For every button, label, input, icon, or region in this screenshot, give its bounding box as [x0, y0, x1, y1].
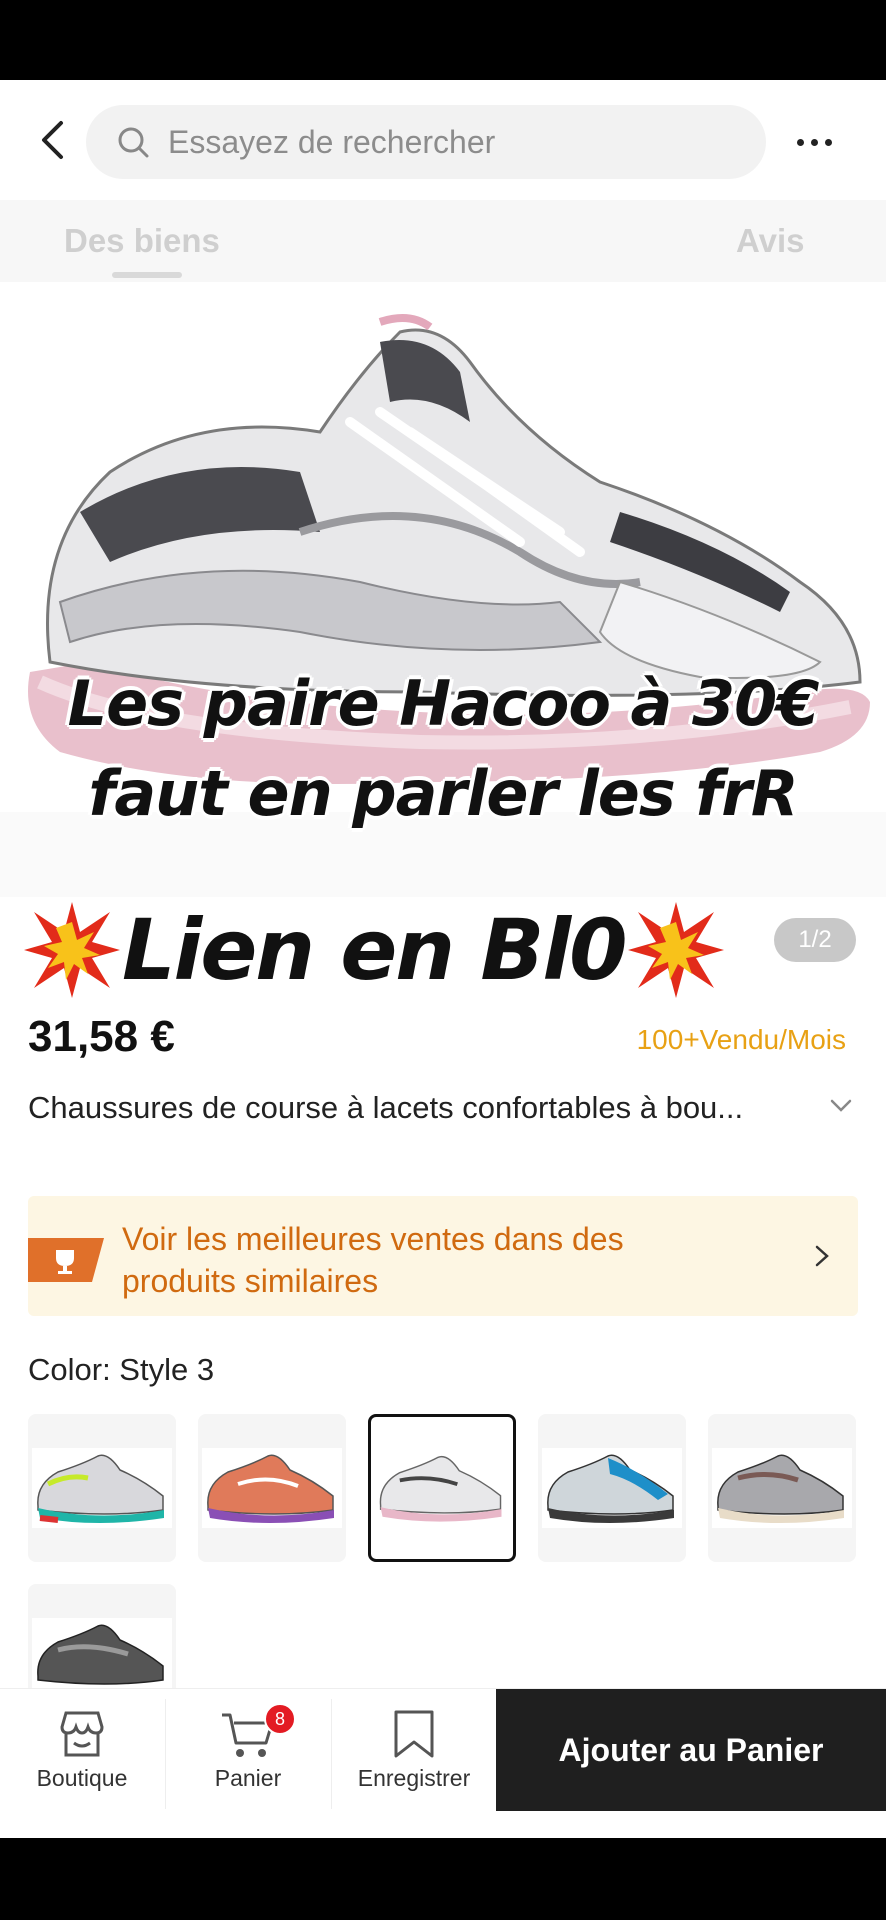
header: Essayez de rechercher — [0, 80, 886, 200]
tab-indicator — [112, 272, 182, 278]
bottom-action-bar: Boutique Panier 8 Enregistrer Ajouter au… — [0, 1688, 886, 1838]
trophy-icon — [28, 1238, 104, 1282]
search-placeholder: Essayez de rechercher — [168, 123, 496, 160]
tab-goods[interactable]: Des biens — [64, 222, 220, 260]
chevron-down-icon[interactable] — [826, 1090, 856, 1120]
shop-label: Boutique — [36, 1765, 128, 1791]
product-image-gallery[interactable]: Les paire Hacoo à 30€ faut en parler les… — [0, 282, 886, 897]
color-label: Color: Style 3 — [28, 1352, 215, 1387]
tab-bar: Des biens Avis — [0, 200, 886, 282]
swatch-style-5[interactable] — [708, 1414, 856, 1562]
search-icon — [118, 127, 149, 158]
swatch-style-4[interactable] — [538, 1414, 686, 1562]
shoe-thumbnail — [542, 1448, 682, 1528]
product-page: Essayez de rechercher Des biens Avis Les… — [0, 80, 886, 1838]
sold-count: 100+Vendu/Mois — [636, 1024, 846, 1055]
product-title[interactable]: Chaussures de course à lacets confortabl… — [28, 1090, 743, 1126]
shoe-thumbnail — [374, 1449, 510, 1527]
shoe-thumbnail — [202, 1448, 342, 1528]
home-indicator-area — [0, 1838, 886, 1920]
caption-line-2: faut en parler les frR — [88, 757, 798, 830]
swatch-style-2[interactable] — [198, 1414, 346, 1562]
shoe-thumbnail — [32, 1448, 172, 1528]
explosion-icon — [24, 902, 120, 998]
bookmark-icon — [394, 1710, 434, 1758]
chevron-left-icon — [42, 121, 63, 159]
shop-button[interactable]: Boutique — [0, 1689, 164, 1811]
tab-reviews[interactable]: Avis — [736, 222, 804, 260]
cart-label: Panier — [214, 1765, 282, 1791]
product-price: 31,58 € — [28, 1012, 175, 1061]
search-input[interactable]: Essayez de rechercher — [86, 105, 766, 179]
cart-count-badge: 8 — [264, 1703, 296, 1735]
add-to-cart-button[interactable]: Ajouter au Panier — [496, 1689, 886, 1811]
link-in-bio-caption: Lien en Bl0 — [22, 900, 842, 1000]
more-dots-icon — [796, 138, 804, 146]
more-options-button[interactable] — [784, 122, 844, 162]
explosion-icon — [627, 902, 724, 998]
back-button[interactable] — [30, 118, 74, 162]
chevron-right-icon — [815, 1245, 829, 1267]
swatch-style-3[interactable] — [368, 1414, 516, 1562]
shoe-thumbnail — [712, 1448, 852, 1528]
status-bar — [0, 0, 886, 80]
cart-button[interactable]: Panier 8 — [166, 1689, 330, 1811]
lien-text: Lien en Bl0 — [122, 901, 628, 999]
swatch-style-1[interactable] — [28, 1414, 176, 1562]
best-sellers-banner[interactable]: Voir les meilleures ventes dans des prod… — [28, 1196, 858, 1316]
save-button[interactable]: Enregistrer — [332, 1689, 496, 1811]
caption-line-1: Les paire Hacoo à 30€ — [67, 667, 820, 740]
save-label: Enregistrer — [357, 1765, 471, 1791]
best-sellers-text: Voir les meilleures ventes dans des prod… — [122, 1221, 624, 1299]
shop-icon — [60, 1711, 104, 1757]
